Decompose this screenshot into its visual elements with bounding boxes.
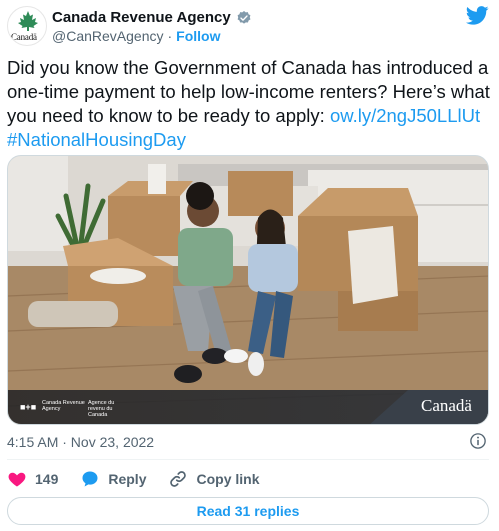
tweet-link[interactable]: ow.ly/2ngJ50LLlUt: [330, 105, 480, 126]
like-button[interactable]: 149: [7, 469, 58, 489]
heart-icon: [8, 472, 26, 487]
copy-link-label: Copy link: [196, 471, 260, 487]
speech-bubble-icon: [82, 471, 98, 487]
author-name-row: Canada Revenue Agency: [52, 9, 252, 26]
avatar-wordmark: Canadä: [11, 32, 37, 42]
handle[interactable]: @CanRevAgency: [52, 28, 164, 44]
avatar[interactable]: Canadä: [7, 6, 47, 46]
like-count: 149: [35, 471, 59, 487]
display-name[interactable]: Canada Revenue Agency: [52, 9, 231, 26]
gov-label-fr: Agence du revenu du Canada: [88, 400, 115, 418]
reply-label: Reply: [108, 471, 147, 487]
handle-row: @CanRevAgency · Follow: [52, 28, 221, 44]
canada-flag-mark: ■+■: [20, 402, 37, 412]
tweet-text: Did you know the Government of Canada ha…: [7, 56, 493, 152]
twitter-bird-icon[interactable]: [466, 6, 489, 25]
separator: ·: [167, 28, 173, 44]
divider: [7, 459, 489, 460]
photo-couple-with-boxes: [8, 156, 488, 424]
verified-badge-icon: [237, 10, 251, 24]
tweet-media-image[interactable]: ■+■ Canada Revenue Agency Agence du reve…: [7, 155, 489, 425]
tweet-card: Canadä Canada Revenue Agency @CanRevAgen…: [0, 0, 499, 531]
read-replies-button[interactable]: Read 31 replies: [7, 497, 489, 525]
gov-label-en: Canada Revenue Agency: [42, 400, 85, 412]
timestamp[interactable]: 4:15 AM · Nov 23, 2022: [7, 434, 154, 450]
canada-wordmark: Canadä: [421, 396, 472, 415]
link-icon: [170, 471, 187, 487]
info-icon[interactable]: [469, 432, 487, 450]
hashtag-link[interactable]: #NationalHousingDay: [7, 129, 186, 150]
reply-button[interactable]: Reply: [80, 469, 146, 489]
action-bar: 149 Reply Copy link: [7, 467, 282, 491]
follow-button[interactable]: Follow: [176, 28, 220, 44]
copy-link-button[interactable]: Copy link: [168, 469, 260, 489]
